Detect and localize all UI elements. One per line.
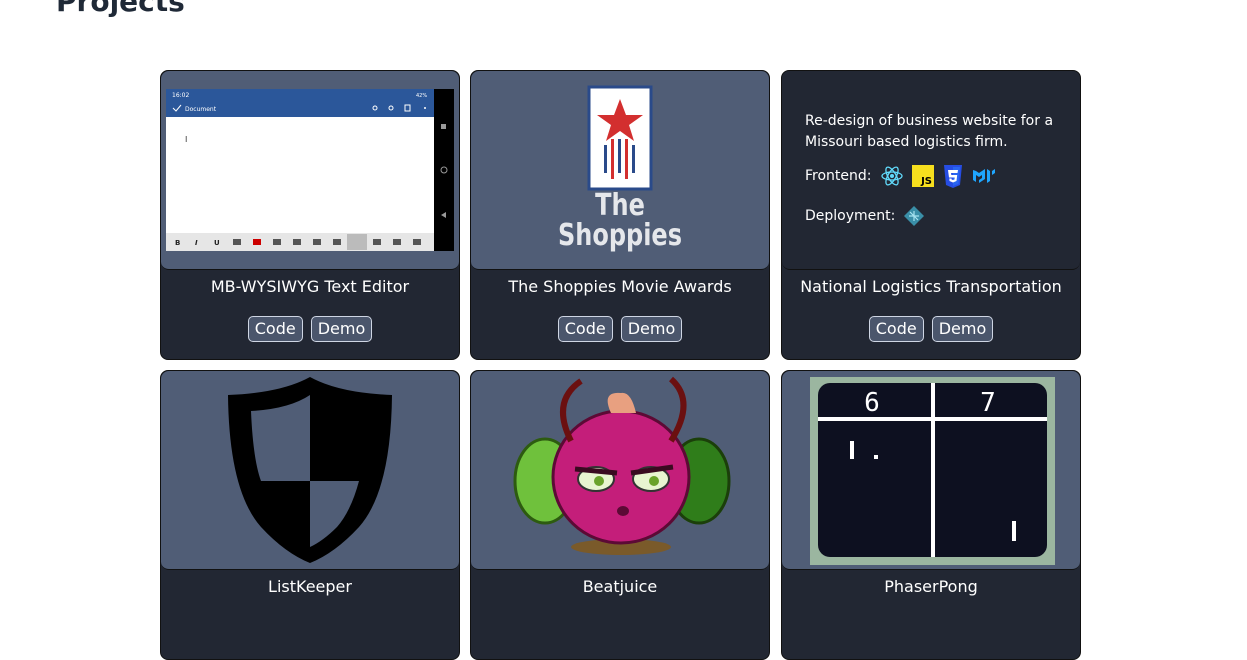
- react-icon: [880, 166, 903, 186]
- shield-icon: [228, 377, 392, 563]
- project-card-beatjuice: Beatjuice: [470, 370, 770, 660]
- material-ui-icon: [972, 169, 995, 183]
- netlify-icon: [904, 206, 925, 226]
- project-card-listkeeper: ListKeeper: [160, 370, 460, 660]
- demo-button[interactable]: Demo: [310, 316, 373, 342]
- text-editor-screenshot: 16:02 42% Document I B I U: [166, 89, 454, 251]
- code-button[interactable]: Code: [247, 316, 303, 342]
- demo-button[interactable]: Demo: [620, 316, 683, 342]
- css3-icon: [943, 165, 962, 188]
- project-card-phaserpong: 6 7 PhaserPong: [781, 370, 1081, 660]
- svg-text:JS: JS: [920, 176, 932, 187]
- javascript-icon: JS: [911, 165, 934, 187]
- code-button[interactable]: Code: [557, 316, 613, 342]
- svg-text:16:02: 16:02: [172, 92, 189, 99]
- pong-game-screenshot: 6 7: [810, 377, 1055, 565]
- svg-text:I: I: [195, 239, 198, 247]
- project-thumbnail: [161, 371, 459, 570]
- project-title: Beatjuice: [582, 577, 658, 596]
- project-title: ListKeeper: [268, 577, 352, 596]
- frontend-label: Frontend:: [805, 168, 872, 184]
- project-card-mb-wysiwyg: 16:02 42% Document I B I U MB-WYSIWYG Text…: [160, 70, 460, 360]
- project-thumbnail: [471, 371, 769, 570]
- svg-text:7: 7: [980, 388, 996, 418]
- project-actions: Code Demo: [161, 316, 459, 342]
- shoppies-logo-line2: Shoppies: [557, 218, 682, 253]
- project-card-shoppies: The Shoppies The Shoppies Movie Awards C…: [470, 70, 770, 360]
- deployment-tech-row: Deployment:: [805, 205, 933, 227]
- code-button[interactable]: Code: [868, 316, 924, 342]
- svg-text:U: U: [214, 239, 220, 247]
- project-thumbnail: The Shoppies: [471, 71, 769, 270]
- project-thumbnail: 16:02 42% Document I B I U: [161, 71, 459, 270]
- project-description: Re-design of business website for a Miss…: [805, 113, 1054, 150]
- project-title: MB-WYSIWYG Text Editor: [210, 277, 410, 296]
- svg-text:6: 6: [864, 388, 880, 418]
- beet-mascot-icon: [513, 376, 731, 555]
- page-title: Projects: [56, 0, 185, 18]
- project-actions: Code Demo: [782, 316, 1080, 342]
- project-title: National Logistics Transportation: [800, 277, 1062, 296]
- project-thumbnail: 6 7: [782, 371, 1080, 570]
- svg-text:I: I: [185, 135, 187, 144]
- frontend-tech-row: Frontend: JS: [805, 163, 1004, 189]
- svg-text:Document: Document: [185, 106, 217, 113]
- project-title: The Shoppies Movie Awards: [508, 277, 732, 296]
- project-title: PhaserPong: [884, 577, 978, 596]
- project-actions: Code Demo: [471, 316, 769, 342]
- deployment-label: Deployment:: [805, 208, 896, 224]
- project-card-national-logistics: Re-design of business website for a Miss…: [781, 70, 1081, 360]
- project-details: Re-design of business website for a Miss…: [782, 71, 1080, 270]
- demo-button[interactable]: Demo: [931, 316, 994, 342]
- svg-text:42%: 42%: [416, 93, 427, 99]
- svg-text:B: B: [175, 239, 180, 247]
